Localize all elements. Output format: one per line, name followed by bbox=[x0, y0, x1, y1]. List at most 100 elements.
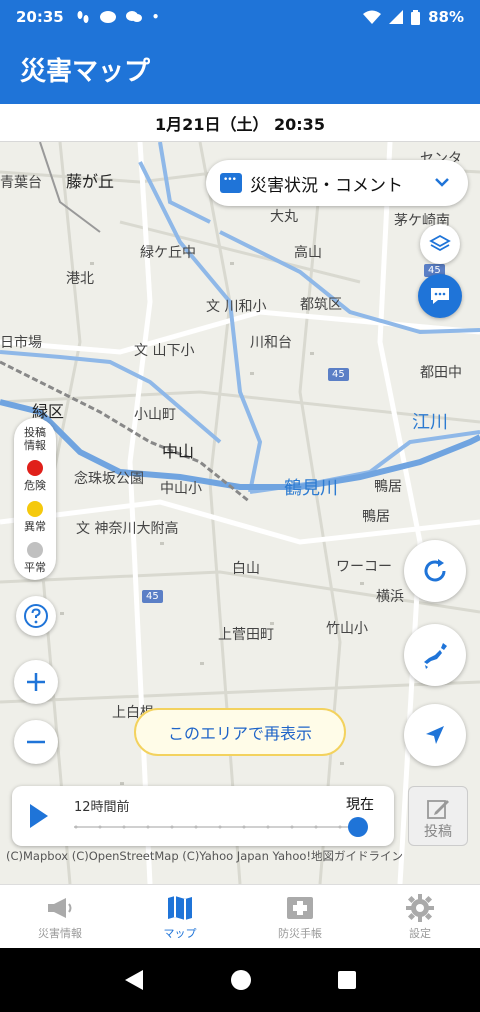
legend-warning-label: 異常 bbox=[24, 520, 46, 533]
wifi-icon bbox=[363, 10, 382, 24]
map-label: 青葉台 bbox=[0, 175, 42, 191]
map-label: 緑ケ丘中 bbox=[140, 245, 196, 261]
nav-label: 災害情報 bbox=[38, 926, 82, 940]
map-label: 白山 bbox=[232, 561, 260, 577]
map-icon bbox=[168, 895, 192, 920]
comment-filter-dropdown[interactable]: 災害状況・コメント bbox=[206, 160, 468, 206]
map-view[interactable]: センタ 青葉台 藤が丘 大丸 茅ケ崎南 緑ケ丘中 高山 港北 文 川和小 都筑区… bbox=[0, 142, 480, 884]
map-label: 念珠坂公園 bbox=[74, 471, 144, 487]
line-icon bbox=[99, 11, 116, 23]
notification-icons: • bbox=[76, 10, 160, 24]
navigation-arrow-icon bbox=[426, 726, 444, 744]
map-label: 港北 bbox=[66, 271, 94, 287]
system-navigation-bar bbox=[0, 948, 480, 1012]
post-label: 投稿 bbox=[424, 824, 452, 840]
comment-icon bbox=[220, 173, 242, 193]
zoom-in-button[interactable] bbox=[14, 660, 58, 704]
home-icon[interactable] bbox=[230, 969, 252, 991]
nav-label: 設定 bbox=[409, 926, 431, 940]
chat-bubble-icon bbox=[125, 11, 142, 22]
legend-danger-dot bbox=[27, 460, 43, 476]
gear-icon bbox=[406, 893, 434, 922]
map-label: 中山小 bbox=[160, 481, 202, 497]
map-label: 大丸 bbox=[270, 209, 298, 225]
map-label: 横浜 bbox=[376, 589, 404, 605]
map-label: 文 神奈川大附高 bbox=[76, 521, 179, 537]
map-label: 鴨居 bbox=[374, 479, 402, 495]
map-background bbox=[0, 142, 480, 884]
plus-icon bbox=[27, 673, 45, 691]
map-label: 高山 bbox=[294, 245, 322, 261]
play-icon[interactable] bbox=[30, 804, 48, 828]
battery-icon bbox=[411, 9, 421, 25]
dot-icon: • bbox=[151, 10, 160, 24]
signal-icon bbox=[389, 10, 404, 24]
date-bar: 1月21日（土） 20:35 bbox=[0, 104, 480, 142]
chevron-down-icon bbox=[435, 178, 449, 187]
chat-icon bbox=[431, 288, 449, 304]
timeline-slider-handle[interactable] bbox=[348, 817, 368, 837]
map-label: 文 川和小 bbox=[206, 299, 267, 315]
battery-level: 88% bbox=[428, 8, 464, 26]
help-button[interactable] bbox=[16, 596, 56, 636]
minus-icon bbox=[27, 740, 45, 744]
japan-map-icon bbox=[424, 643, 447, 669]
timeline-end-label: 現在 bbox=[346, 797, 374, 813]
legend-normal-label: 平常 bbox=[24, 561, 46, 574]
current-date: 1月21日（土） 20:35 bbox=[155, 114, 325, 134]
legend-warning-dot bbox=[27, 501, 43, 517]
back-icon[interactable] bbox=[123, 968, 145, 992]
legend-title-line1: 投稿 bbox=[24, 426, 46, 439]
map-label: 中山 bbox=[162, 442, 195, 461]
layers-button[interactable] bbox=[420, 224, 460, 264]
map-label: 小山町 bbox=[134, 407, 176, 423]
comment-filter-label: 災害状況・コメント bbox=[250, 175, 403, 196]
map-label: 上菅田町 bbox=[218, 627, 274, 643]
legend-normal-dot bbox=[27, 542, 43, 558]
nav-item-settings[interactable]: 設定 bbox=[360, 885, 480, 948]
nav-label: マップ bbox=[163, 926, 197, 940]
question-icon bbox=[24, 604, 48, 628]
timeline-panel: 12時間前 現在 bbox=[12, 786, 394, 846]
map-label: 文 山下小 bbox=[134, 343, 195, 359]
timeline-start-label: 12時間前 bbox=[74, 800, 130, 815]
map-label: 都田中 bbox=[420, 365, 462, 381]
page-title: 災害マップ bbox=[20, 56, 151, 87]
redisplay-label: このエリアで再表示 bbox=[167, 724, 312, 743]
japan-view-button[interactable] bbox=[404, 624, 466, 686]
footprints-icon bbox=[77, 11, 89, 23]
first-aid-icon bbox=[287, 896, 313, 919]
map-label: ワーコー bbox=[336, 559, 392, 575]
edit-icon bbox=[427, 800, 449, 819]
zoom-out-button[interactable] bbox=[14, 720, 58, 764]
map-label: 鴨居 bbox=[362, 509, 390, 525]
layers-icon bbox=[429, 234, 451, 252]
nav-item-disaster-info[interactable]: 災害情報 bbox=[0, 885, 120, 948]
legend-danger-label: 危険 bbox=[24, 479, 46, 492]
route-marker: 45 bbox=[328, 368, 349, 381]
refresh-button[interactable] bbox=[404, 540, 466, 602]
megaphone-icon bbox=[48, 897, 72, 918]
redisplay-area-button[interactable]: このエリアで再表示 bbox=[134, 708, 346, 756]
status-time: 20:35 bbox=[16, 8, 64, 26]
current-location-button[interactable] bbox=[404, 704, 466, 766]
comment-list-button[interactable] bbox=[418, 274, 462, 318]
map-label: 都筑区 bbox=[300, 297, 342, 313]
post-legend: 投稿 情報 危険 異常 平常 bbox=[14, 418, 56, 580]
map-credit: (C)Mapbox (C)OpenStreetMap (C)Yahoo Japa… bbox=[6, 849, 403, 863]
status-bar: 20:35 • 88% bbox=[0, 0, 480, 34]
map-label: 竹山小 bbox=[326, 621, 368, 637]
post-button[interactable]: 投稿 bbox=[408, 786, 468, 846]
nav-item-preparedness-notebook[interactable]: 防災手帳 bbox=[240, 885, 360, 948]
app-bar: 災害マップ bbox=[0, 34, 480, 104]
recents-icon[interactable] bbox=[337, 970, 357, 990]
map-label: 日市場 bbox=[0, 335, 42, 351]
nav-item-map[interactable]: マップ bbox=[120, 885, 240, 948]
nav-label: 防災手帳 bbox=[278, 926, 322, 940]
map-label: 江川 bbox=[412, 412, 448, 433]
map-label: 鶴見川 bbox=[284, 478, 338, 499]
timeline-ticks bbox=[74, 825, 342, 829]
map-label: 川和台 bbox=[250, 335, 292, 351]
legend-title-line2: 情報 bbox=[24, 439, 46, 452]
route-marker: 45 bbox=[142, 590, 163, 603]
